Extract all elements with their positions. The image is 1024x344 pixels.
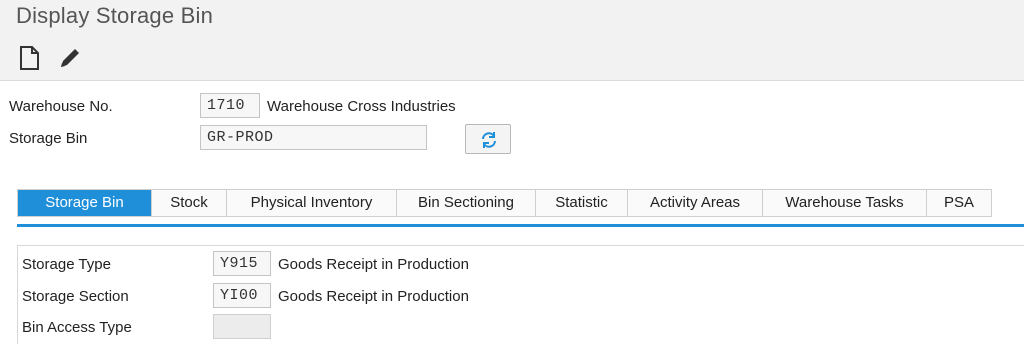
bin-access-type-label: Bin Access Type <box>22 319 132 336</box>
title-bar: Display Storage Bin <box>0 0 1024 36</box>
tab-activity-areas[interactable]: Activity Areas <box>628 190 763 216</box>
tab-stock[interactable]: Stock <box>152 190 227 216</box>
warehouse-description: Warehouse Cross Industries <box>267 98 456 115</box>
storage-type-field[interactable]: Y915 <box>213 251 271 276</box>
refresh-icon <box>482 132 496 148</box>
tab-psa[interactable]: PSA <box>927 190 991 216</box>
tab-strip: Storage Bin Stock Physical Inventory Bin… <box>17 189 992 217</box>
storage-type-description: Goods Receipt in Production <box>278 256 469 273</box>
new-document-icon[interactable] <box>16 44 44 72</box>
warehouse-field[interactable]: 1710 <box>200 93 260 118</box>
edit-pencil-icon[interactable] <box>56 44 84 72</box>
tab-physical-inventory[interactable]: Physical Inventory <box>227 190 397 216</box>
storage-section-label: Storage Section <box>22 288 129 305</box>
tab-underline <box>17 224 1024 227</box>
toolbar <box>0 36 1024 81</box>
refresh-button[interactable] <box>465 124 511 154</box>
storage-bin-label: Storage Bin <box>9 130 88 147</box>
tab-bin-sectioning[interactable]: Bin Sectioning <box>397 190 536 216</box>
bin-access-type-field[interactable] <box>213 314 271 339</box>
warehouse-label: Warehouse No. <box>9 98 113 115</box>
storage-section-description: Goods Receipt in Production <box>278 288 469 305</box>
storage-bin-field[interactable]: GR-PROD <box>200 125 427 150</box>
storage-bin-details <box>17 245 1024 344</box>
tab-statistic[interactable]: Statistic <box>536 190 628 216</box>
page-title: Display Storage Bin <box>16 3 214 28</box>
tab-warehouse-tasks[interactable]: Warehouse Tasks <box>763 190 927 216</box>
storage-section-field[interactable]: YI00 <box>213 283 271 308</box>
storage-type-label: Storage Type <box>22 256 111 273</box>
tab-storage-bin[interactable]: Storage Bin <box>18 190 152 216</box>
